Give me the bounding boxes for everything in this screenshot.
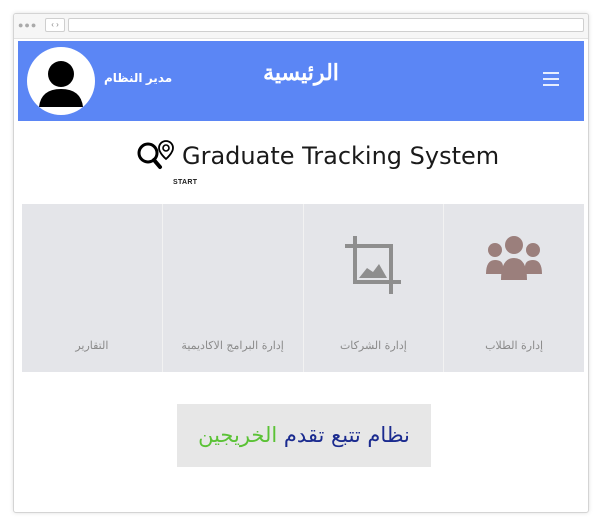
logo-title: Graduate Tracking System: [182, 142, 500, 170]
page-title: الرئيسية: [263, 60, 339, 86]
tile-label: إدارة الشركات: [339, 339, 407, 352]
logo-subtitle: START: [173, 179, 198, 186]
system-banner: نظام تتبع تقدم الخريجين: [177, 404, 431, 467]
browser-window: ●●● ‹ › مدير النظام الرئيسية Graduate Tr…: [13, 13, 589, 513]
address-bar[interactable]: [68, 18, 584, 32]
crop-icon: [345, 236, 402, 294]
tile-students[interactable]: إدارة الطلاب: [443, 204, 584, 372]
users-icon: [486, 236, 543, 280]
banner-text: نظام تتبع تقدم الخريجين: [198, 423, 410, 447]
window-controls-icon[interactable]: ●●●: [18, 20, 37, 30]
browser-chrome: ●●● ‹ ›: [14, 14, 588, 39]
tile-label: التقارير: [75, 339, 109, 352]
tile-label: إدارة الطلاب: [485, 339, 544, 352]
nav-arrows-icon[interactable]: ‹ ›: [45, 18, 65, 32]
tile-programs[interactable]: إدارة البرامج الاكاديمية: [161, 204, 303, 372]
app-logo: Graduate Tracking System START: [135, 136, 499, 192]
dashboard-tiles: إدارة الطلاب إدارة الشركات إدارة البرامج…: [22, 204, 584, 372]
banner-accent-text: الخريجين: [198, 423, 278, 447]
tile-label: إدارة البرامج الاكاديمية: [181, 339, 284, 352]
tile-companies[interactable]: إدارة الشركات: [302, 204, 444, 372]
hamburger-icon[interactable]: [543, 72, 559, 86]
magnifier-location-icon: [137, 140, 174, 169]
banner-main-text: نظام تتبع تقدم: [283, 423, 410, 447]
top-header: مدير النظام الرئيسية: [18, 41, 584, 121]
tile-reports[interactable]: التقارير: [22, 204, 162, 372]
